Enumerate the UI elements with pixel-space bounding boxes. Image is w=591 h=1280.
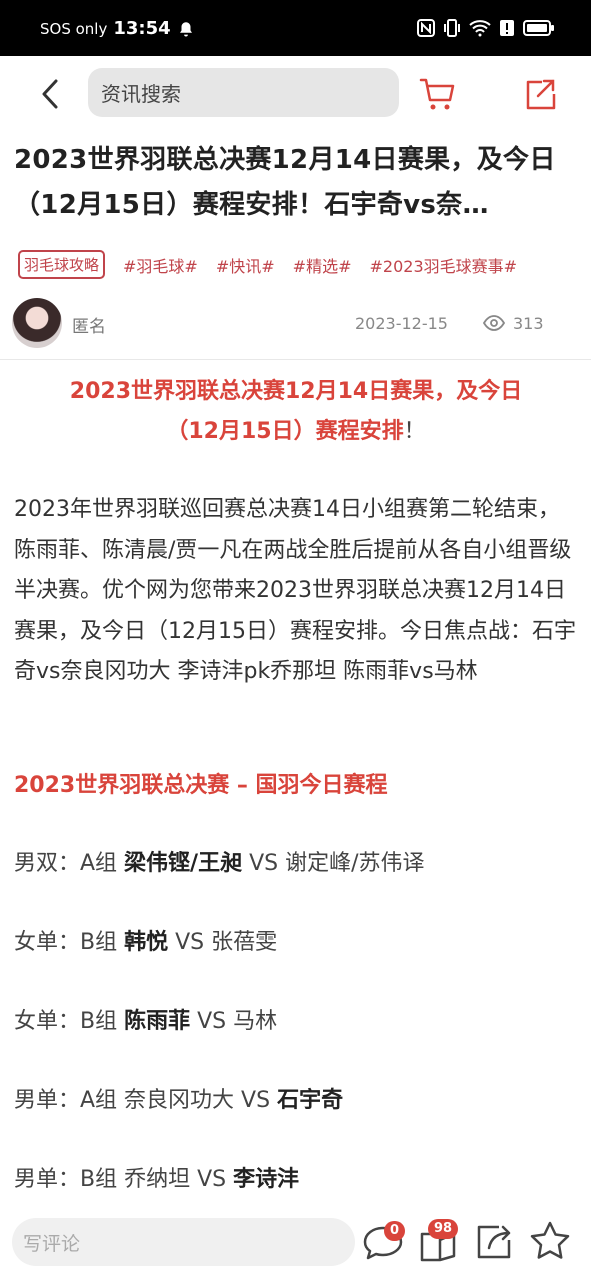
match-team-a: 韩悦 (124, 930, 169, 955)
match-line: 女单：B组 韩悦 VS 张蓓雯 (14, 924, 277, 956)
subtitle-line-2-text: （12月15日）赛程安排 (166, 419, 404, 444)
eye-icon (483, 315, 505, 331)
divider (0, 359, 591, 360)
match-prefix: 女单：B组 (14, 1009, 125, 1034)
match-team-b: 张蓓雯 (211, 930, 278, 955)
match-team-b-bold: 石宇奇 (277, 1088, 344, 1113)
top-bar: 资讯搜索 (0, 56, 591, 132)
match-vs: VS (242, 851, 286, 876)
match-team-a: 陈雨菲 (124, 1009, 191, 1034)
comments-button[interactable]: 0 (360, 1218, 406, 1264)
match-prefix: 男双：A组 (14, 851, 125, 876)
match-vs: 奈良冈功大 VS (124, 1088, 278, 1113)
match-vs: VS (190, 1009, 234, 1034)
cart-icon (419, 78, 455, 110)
share-button[interactable] (520, 74, 560, 114)
alert-icon (500, 20, 514, 36)
author-row: 匿名 2023-12-15 313 (12, 298, 578, 350)
bottom-bar: 写评论 0 98 (0, 1206, 591, 1280)
favorite-button[interactable] (527, 1218, 573, 1264)
search-input[interactable]: 资讯搜索 (88, 68, 399, 117)
match-vs: 乔纳坦 VS (124, 1167, 234, 1192)
match-prefix: 男单：B组 (14, 1167, 125, 1192)
match-team-b-bold: 李诗沣 (233, 1167, 300, 1192)
hashtag[interactable]: #快讯# (216, 253, 275, 277)
match-line: 男单：A组 奈良冈功大 VS 石宇奇 (14, 1082, 343, 1114)
nfc-icon (417, 19, 435, 37)
article-subtitle: 2023世界羽联总决赛12月14日赛果，及今日 （12月15日）赛程安排！ (20, 372, 572, 452)
category-tag[interactable]: 羽毛球攻略 (18, 250, 106, 279)
bell-icon (179, 21, 192, 36)
author-name[interactable]: 匿名 (72, 312, 106, 337)
back-button[interactable] (30, 74, 70, 114)
vibrate-icon (444, 19, 460, 37)
collect-button[interactable]: 98 (416, 1218, 462, 1264)
clock: 13:54 (113, 18, 171, 39)
carrier-label: SOS only (40, 19, 108, 38)
section-heading: 2023世界羽联总决赛 – 国羽今日赛程 (14, 773, 388, 798)
forward-button[interactable] (473, 1218, 519, 1264)
view-count: 313 (513, 314, 544, 333)
match-team-b: 马林 (233, 1009, 278, 1034)
match-team-a: 梁伟铿/王昶 (124, 851, 243, 876)
external-share-icon (526, 79, 556, 110)
search-placeholder: 资讯搜索 (101, 82, 181, 106)
match-line: 男单：B组 乔纳坦 VS 李诗沣 (14, 1161, 299, 1193)
forward-icon (477, 1225, 511, 1259)
tag-row: 羽毛球攻略 #羽毛球# #快讯# #精选# #2023羽毛球赛事# (18, 250, 517, 279)
status-left: SOS only 13:54 (40, 18, 195, 39)
chevron-left-icon (42, 79, 58, 109)
article-paragraph: 2023年世界羽联巡回赛总决赛14日小组赛第二轮结束，陈雨菲、陈清晨/贾一凡在两… (14, 497, 576, 684)
comment-count-badge: 0 (384, 1221, 406, 1241)
publish-date: 2023-12-15 (355, 314, 448, 333)
status-bar: SOS only 13:54 (0, 0, 591, 56)
wifi-icon (469, 20, 491, 37)
article-title: 2023世界羽联总决赛12月14日赛果，及今日（12月15日）赛程安排！石宇奇v… (14, 145, 556, 220)
match-vs: VS (168, 930, 212, 955)
subtitle-line-2: （12月15日）赛程安排！ (20, 412, 572, 452)
match-prefix: 女单：B组 (14, 930, 125, 955)
hashtag[interactable]: #羽毛球# (123, 253, 198, 277)
comment-placeholder: 写评论 (23, 1232, 81, 1255)
subtitle-line-1: 2023世界羽联总决赛12月14日赛果，及今日 (69, 379, 523, 404)
battery-icon (523, 20, 554, 36)
collect-count-badge: 98 (428, 1219, 459, 1239)
subtitle-exclamation: ！ (403, 419, 426, 444)
cart-button[interactable] (418, 74, 458, 114)
hashtag[interactable]: #2023羽毛球赛事# (370, 253, 518, 277)
match-line: 女单：B组 陈雨菲 VS 马林 (14, 1003, 277, 1035)
match-prefix: 男单：A组 (14, 1088, 125, 1113)
match-line: 男双：A组 梁伟铿/王昶 VS 谢定峰/苏伟译 (14, 845, 425, 877)
avatar[interactable] (12, 298, 62, 348)
comment-input[interactable]: 写评论 (12, 1218, 355, 1266)
star-icon (530, 1221, 570, 1259)
match-team-b: 谢定峰/苏伟译 (285, 851, 425, 876)
hashtag[interactable]: #精选# (293, 253, 352, 277)
status-right (417, 18, 555, 38)
